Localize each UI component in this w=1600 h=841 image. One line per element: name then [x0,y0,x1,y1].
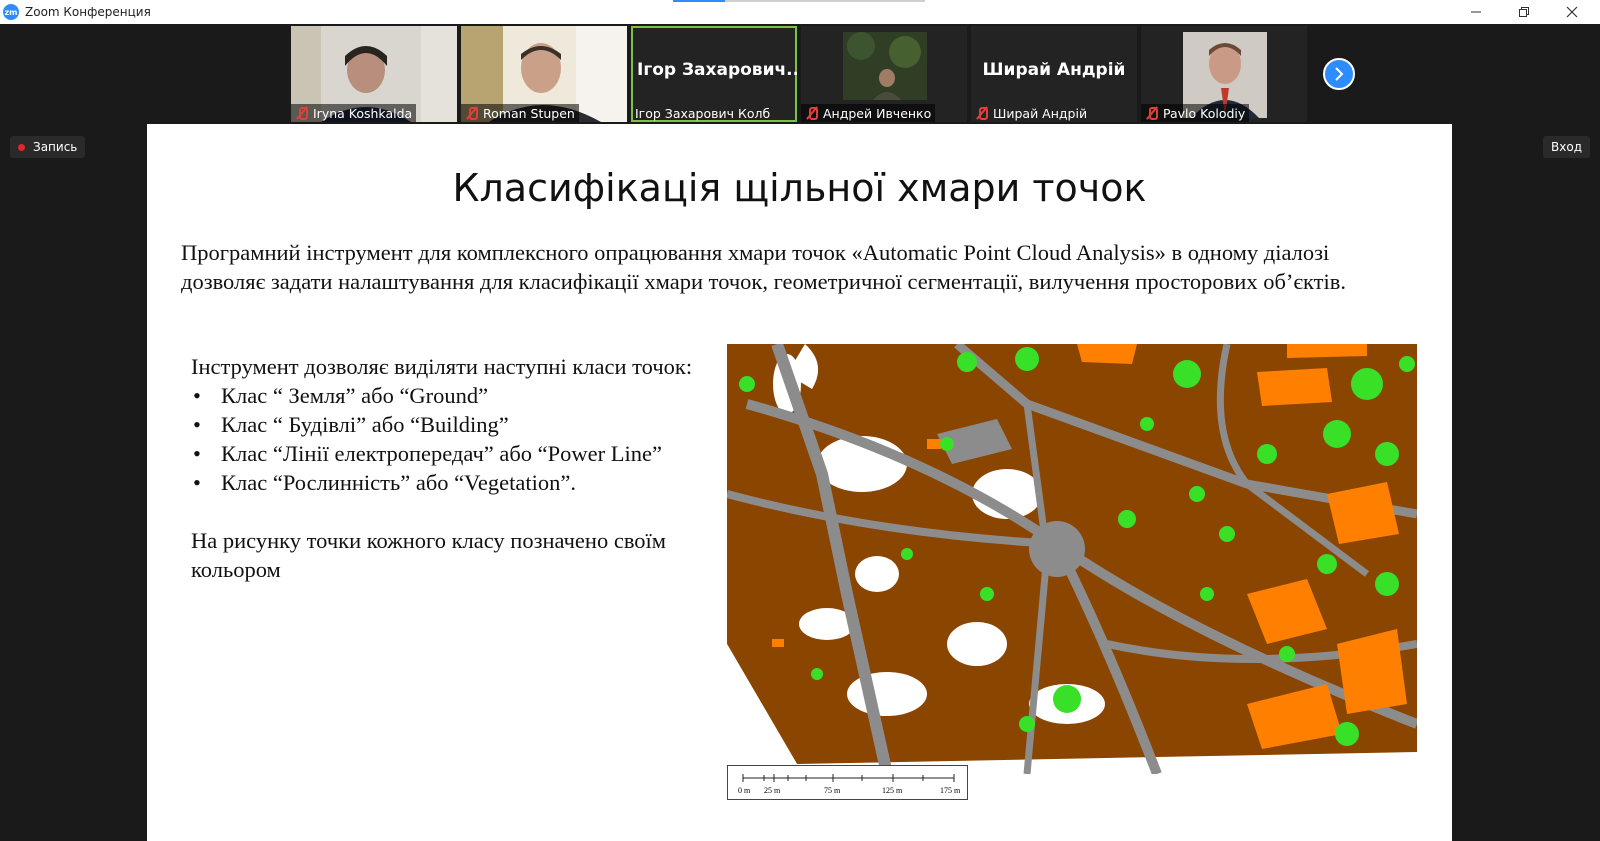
list-item: Клас “ Будівлі” або “Building” [191,410,711,439]
slide-note: На рисунку точки кожного класу позначено… [191,528,667,582]
shared-slide: Класифікація щільної хмари точок Програм… [147,124,1452,841]
participant-display-name: Ігор Захарович... [637,60,797,80]
minimize-button[interactable] [1452,0,1500,24]
recording-dot-icon [18,143,25,151]
participant-name: Pavlo Kolodiy [1163,105,1246,121]
window-title: Zoom Конференция [25,5,151,19]
scale-ruler [742,774,955,782]
scale-label: 25 m [764,786,781,795]
scale-label: 0 m [738,786,751,795]
participant-name: Roman Stupen [483,105,575,121]
class-bullet-list: Клас “ Земля” або “Ground” Клас “ Будівл… [191,381,711,497]
restore-button[interactable] [1500,0,1548,24]
classified-point-cloud-image [727,344,1417,774]
enter-button[interactable]: Вход [1543,136,1590,158]
mic-muted-icon [295,106,309,120]
participant-namebar: Roman Stupen [461,104,579,122]
participant-namebar: Pavlo Kolodiy [1141,104,1250,122]
participant-strip: Iryna Koshkalda Roman Stupen Ігор Захаро… [0,24,1600,124]
participant-namebar: Ігор Захарович Колб [631,104,774,122]
participant-tile[interactable]: Ширай Андрій Ширай Андрій [971,26,1137,122]
slide-class-list: Інструмент дозволяє виділяти наступні кл… [191,352,711,584]
close-button[interactable] [1548,0,1596,24]
participant-tile-active-speaker[interactable]: Ігор Захарович... Ігор Захарович Колб [631,26,797,122]
participant-name: Iryna Koshkalda [313,105,413,121]
slide-intro-text: Програмний інструмент для комплексного о… [181,240,1347,294]
participant-tile[interactable]: Iryna Koshkalda [291,26,457,122]
scale-label: 175 m [940,786,961,795]
minimize-icon [1471,11,1481,13]
slide-list-heading: Інструмент дозволяє виділяти наступні кл… [191,354,693,379]
restore-icon [1519,7,1529,17]
slide-title: Класифікація щільної хмари точок [452,166,1147,210]
participant-namebar: Iryna Koshkalda [291,104,417,122]
mic-muted-icon [805,106,819,120]
participant-tile[interactable]: Pavlo Kolodiy [1141,26,1307,122]
next-page-button[interactable] [1323,58,1355,90]
close-icon [1566,6,1578,18]
recording-indicator[interactable]: Запись [10,136,86,158]
view-indicator[interactable] [673,0,925,2]
scale-label: 75 m [824,786,841,795]
participant-namebar: Ширай Андрій [971,104,1091,122]
window-title-bar: zm Zoom Конференция [0,0,1600,24]
participant-name: Андрей Ивченко [823,105,932,121]
mic-muted-icon [975,106,989,120]
list-item: Клас “Рослинність” або “Vegetation”. [191,468,711,497]
chevron-right-icon [1335,67,1344,81]
participant-name: Ігор Захарович Колб [635,105,771,121]
map-scale-bar: 0 m 25 m 75 m 125 m 175 m [727,765,968,800]
participant-name: Ширай Андрій [993,105,1088,121]
participant-display-name: Ширай Андрій [982,60,1126,80]
mic-muted-icon [1145,106,1159,120]
mic-muted-icon [465,106,479,120]
participant-namebar: Андрей Ивченко [801,104,936,122]
zoom-logo-icon: zm [3,4,19,20]
list-item: Клас “ Земля” або “Ground” [191,381,711,410]
participant-tile[interactable]: Roman Stupen [461,26,627,122]
scale-label: 125 m [882,786,903,795]
view-indicator-active [673,0,725,2]
recording-label: Запись [33,140,78,154]
list-item: Клас “Лінії електропередач” або “Power L… [191,439,711,468]
participant-tile[interactable]: Андрей Ивченко [801,26,967,122]
